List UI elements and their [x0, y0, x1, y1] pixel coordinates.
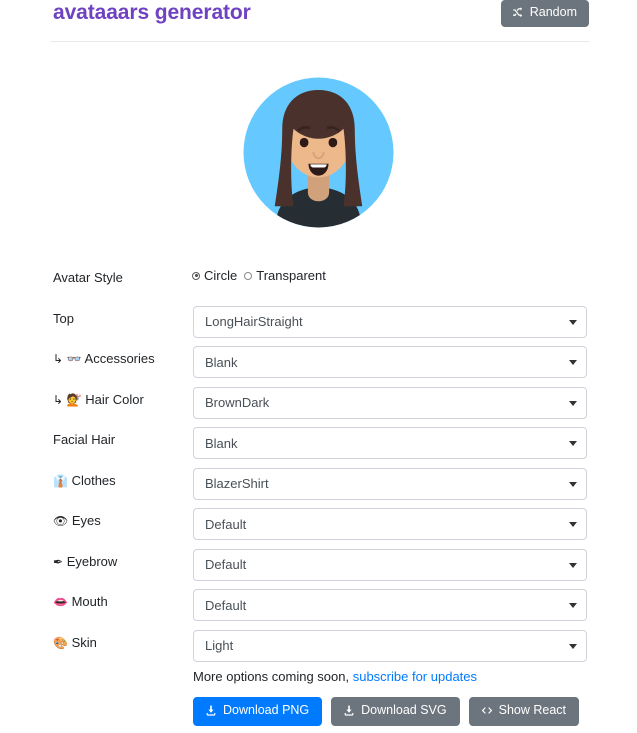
form-row-accessories: ↳ 👓 Accessories Blank — [0, 343, 637, 384]
select-eyebrow[interactable]: Default — [193, 548, 587, 581]
radio-transparent-indicator[interactable] — [244, 271, 253, 280]
action-buttons: Download PNG Download SVG Show React — [193, 697, 580, 726]
label-hair-color-text: Hair Color — [85, 391, 144, 407]
form-row-avatar-style: Avatar Style Circle Transparent — [0, 262, 637, 303]
chevron-down-icon — [569, 319, 577, 325]
form-row-top: Top LongHairStraight — [0, 303, 637, 344]
radio-circle-label: Circle — [204, 268, 238, 283]
random-button-label: Random — [529, 5, 577, 19]
radio-option-circle[interactable]: Circle — [192, 268, 237, 283]
chevron-down-icon — [569, 481, 577, 487]
label-accessories: ↳ 👓 Accessories — [53, 351, 155, 367]
select-hair-color-value: BrownDark — [205, 395, 270, 410]
form-row-clothes: 👔 Clothes BlazerShirt — [0, 465, 637, 506]
label-eyebrow: ✒ Eyebrow — [53, 554, 117, 570]
footer-note: More options coming soon, subscribe for … — [193, 669, 477, 684]
label-eyes: 👁 Eyes — [53, 513, 101, 529]
label-skin: 🎨 Skin — [53, 635, 97, 651]
radio-transparent-label: Transparent — [256, 268, 326, 283]
mouth-icon: 👄 — [53, 595, 68, 609]
form-row-skin: 🎨 Skin Light — [0, 627, 637, 668]
show-react-label: Show React — [498, 703, 567, 717]
page-header: avataaars generator Random — [0, 0, 637, 42]
label-eyebrow-text: Eyebrow — [66, 553, 118, 569]
header-divider — [50, 41, 590, 42]
label-hair-color: ↳ 💇 Hair Color — [53, 392, 144, 408]
chevron-down-icon — [569, 400, 577, 406]
page-title: avataaars generator — [53, 1, 251, 24]
shirt-icon: 👔 — [53, 473, 68, 488]
select-accessories-value: Blank — [205, 354, 238, 370]
select-hair-color[interactable]: BrownDark — [193, 386, 587, 419]
download-icon — [343, 704, 355, 717]
select-eyes[interactable]: Default — [193, 508, 587, 540]
chevron-down-icon — [569, 441, 577, 446]
chevron-down-icon — [569, 643, 577, 649]
select-eyebrow-value: Default — [205, 557, 247, 572]
label-facial-hair-text: Facial Hair — [53, 432, 116, 447]
chevron-down-icon — [569, 562, 577, 568]
select-clothes[interactable]: BlazerShirt — [193, 467, 587, 500]
label-skin-text: Skin — [71, 634, 97, 650]
avatar-style-radio-group[interactable]: Circle Transparent — [192, 268, 326, 283]
eyebrow-icon: ✒ — [53, 554, 64, 569]
select-facial-hair[interactable]: Blank — [193, 427, 587, 459]
select-mouth-value: Default — [205, 597, 247, 613]
form-row-facial-hair: Facial Hair Blank — [0, 424, 637, 465]
select-facial-hair-value: Blank — [205, 435, 238, 451]
select-accessories[interactable]: Blank — [193, 346, 587, 378]
select-top[interactable]: LongHairStraight — [193, 305, 587, 338]
label-eyes-text: Eyes — [71, 513, 101, 528]
label-mouth-text: Mouth — [71, 594, 108, 609]
label-avatar-style: Avatar Style — [53, 270, 123, 285]
label-accessories-text: Accessories — [84, 351, 155, 366]
download-png-button[interactable]: Download PNG — [193, 697, 323, 726]
select-mouth[interactable]: Default — [193, 589, 587, 621]
label-clothes: 👔 Clothes — [53, 473, 116, 489]
code-icon — [481, 704, 493, 717]
radio-circle-indicator[interactable] — [192, 271, 200, 280]
chevron-down-icon — [569, 603, 577, 608]
form-row-eyes: 👁 Eyes Default — [0, 505, 637, 546]
select-clothes-value: BlazerShirt — [205, 476, 269, 491]
glasses-icon: 👓 — [66, 352, 82, 366]
label-top-text: Top — [53, 310, 74, 326]
select-top-value: LongHairStraight — [205, 314, 303, 329]
select-skin[interactable]: Light — [193, 629, 587, 662]
footer-note-text: More options coming soon, — [193, 669, 350, 684]
label-top: Top — [53, 311, 74, 327]
download-svg-label: Download SVG — [361, 703, 447, 717]
show-react-button[interactable]: Show React — [468, 697, 580, 726]
eye-icon: 👁 — [53, 514, 69, 528]
download-png-label: Download PNG — [223, 703, 310, 717]
subscribe-link[interactable]: subscribe for updates — [353, 669, 477, 684]
select-skin-value: Light — [205, 638, 234, 653]
label-clothes-text: Clothes — [71, 472, 116, 488]
avatar-options-form: Avatar Style Circle Transparent Top Long… — [0, 262, 637, 667]
palette-icon: 🎨 — [53, 635, 68, 650]
shuffle-icon — [512, 6, 525, 19]
select-eyes-value: Default — [205, 516, 247, 532]
nested-arrow-icon: ↳ — [53, 392, 64, 407]
chevron-down-icon — [569, 360, 577, 365]
random-button[interactable]: Random — [500, 0, 589, 27]
haircut-icon: 💇 — [66, 392, 82, 407]
chevron-down-icon — [569, 522, 577, 527]
radio-option-transparent[interactable]: Transparent — [244, 268, 326, 283]
download-icon — [205, 704, 217, 717]
avatar-preview — [0, 55, 637, 253]
form-row-mouth: 👄 Mouth Default — [0, 586, 637, 627]
label-mouth: 👄 Mouth — [53, 594, 108, 610]
form-row-eyebrow: ✒ Eyebrow Default — [0, 546, 637, 587]
avatar-svg — [243, 77, 394, 228]
form-row-hair-color: ↳ 💇 Hair Color BrownDark — [0, 384, 637, 425]
download-svg-button[interactable]: Download SVG — [331, 697, 460, 726]
nested-arrow-icon: ↳ — [53, 352, 64, 366]
label-facial-hair: Facial Hair — [53, 432, 115, 448]
